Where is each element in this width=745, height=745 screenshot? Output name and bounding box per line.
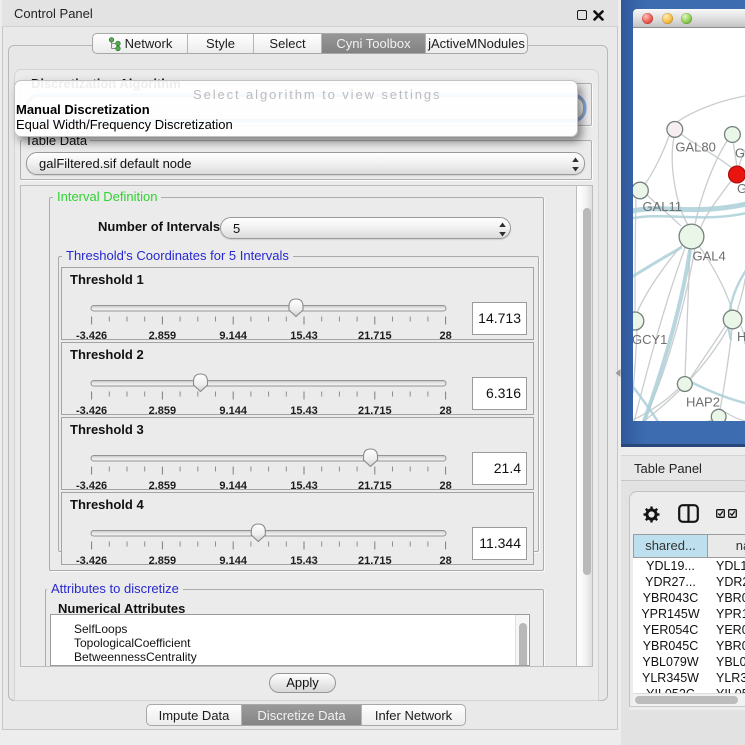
svg-text:28: 28	[439, 480, 451, 491]
svg-text:28: 28	[439, 330, 451, 341]
svg-text:GAL80: GAL80	[675, 139, 715, 154]
svg-text:2.859: 2.859	[149, 480, 177, 491]
svg-text:21.715: 21.715	[358, 405, 392, 416]
svg-text:9.144: 9.144	[219, 330, 247, 341]
svg-text:2.859: 2.859	[149, 555, 177, 566]
svg-text:21.715: 21.715	[358, 480, 392, 491]
svg-text:15.43: 15.43	[290, 555, 318, 566]
svg-text:-3.426: -3.426	[76, 330, 107, 341]
svg-text:15.43: 15.43	[290, 405, 318, 416]
svg-text:HA: HA	[737, 329, 745, 344]
svg-text:21.715: 21.715	[358, 330, 392, 341]
svg-text:28: 28	[439, 555, 451, 566]
svg-text:15.43: 15.43	[290, 330, 318, 341]
svg-text:GCY1: GCY1	[633, 332, 667, 347]
svg-text:2.859: 2.859	[149, 330, 177, 341]
svg-text:21.715: 21.715	[358, 555, 392, 566]
svg-text:15.43: 15.43	[290, 480, 318, 491]
svg-text:2.859: 2.859	[149, 405, 177, 416]
svg-text:HAP2: HAP2	[686, 395, 720, 410]
svg-text:9.144: 9.144	[219, 480, 247, 491]
svg-text:GA: GA	[737, 181, 745, 196]
svg-text:9.144: 9.144	[219, 555, 247, 566]
svg-text:-3.426: -3.426	[76, 405, 107, 416]
svg-text:GA: GA	[735, 146, 745, 161]
svg-text:-3.426: -3.426	[76, 480, 107, 491]
svg-text:9.144: 9.144	[219, 405, 247, 416]
svg-text:GAL11: GAL11	[643, 199, 683, 214]
svg-text:GAL4: GAL4	[693, 249, 726, 264]
svg-text:-3.426: -3.426	[76, 555, 107, 566]
svg-text:28: 28	[439, 405, 451, 416]
